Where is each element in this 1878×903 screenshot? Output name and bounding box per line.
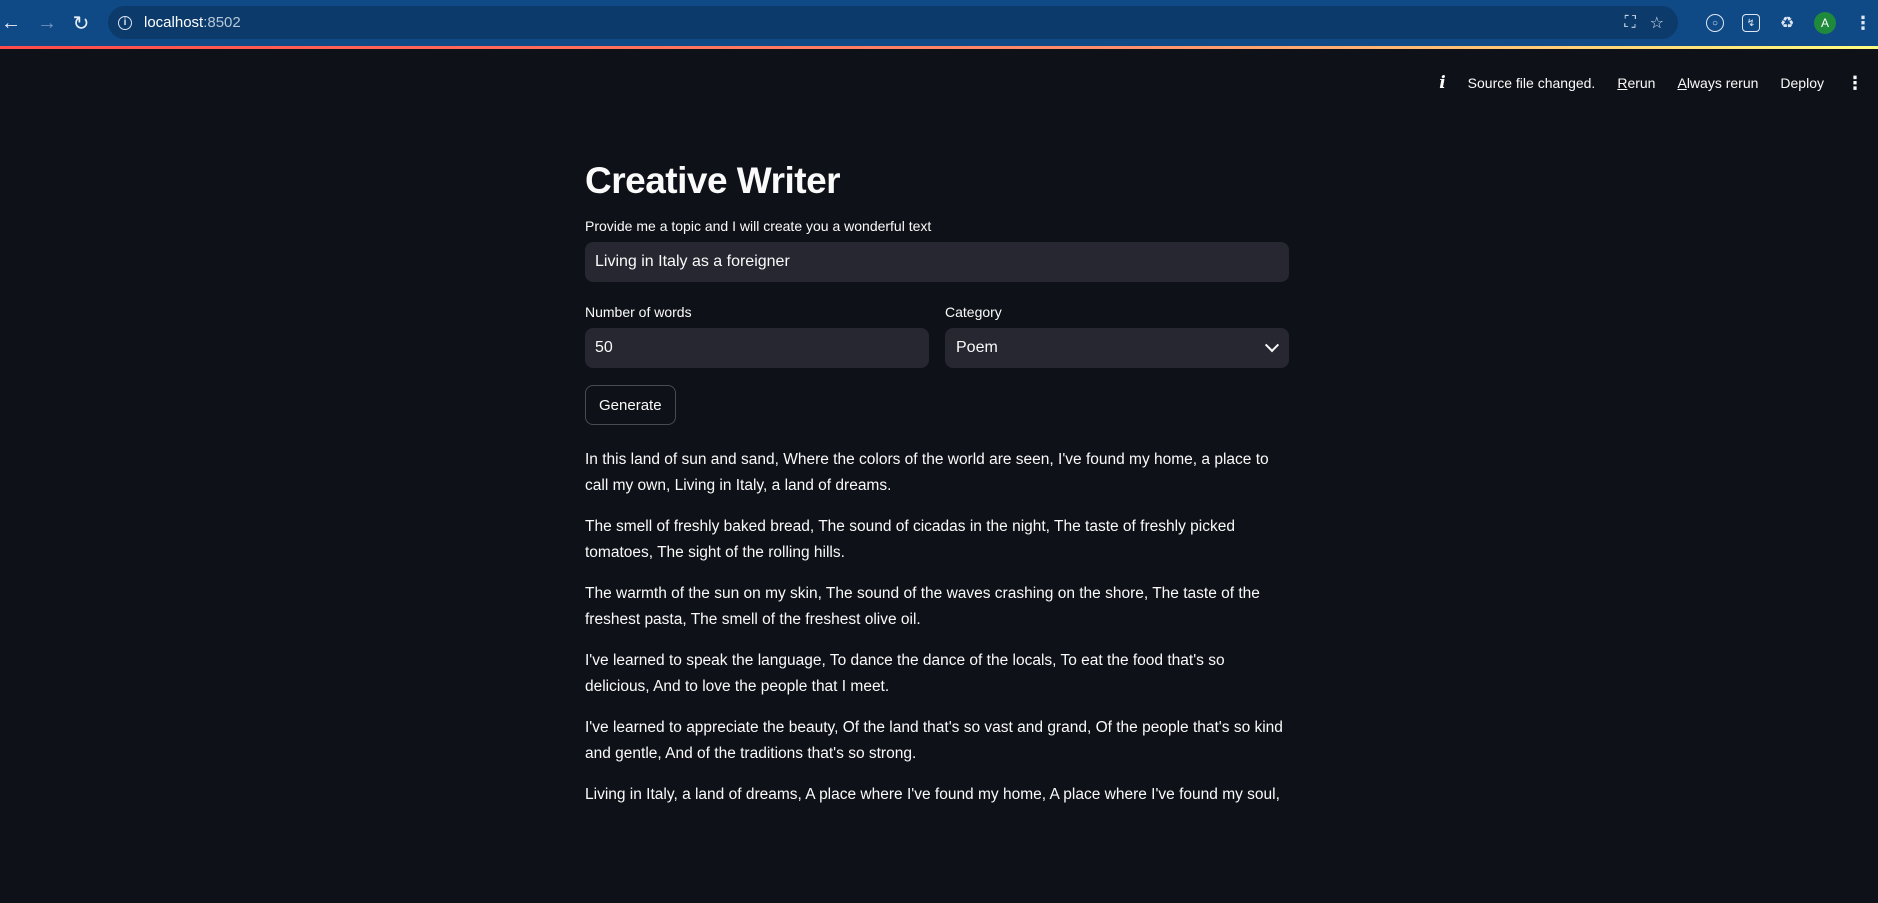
output-paragraph: The warmth of the sun on my skin, The so… bbox=[585, 585, 1260, 628]
rerun-button[interactable]: Rerun bbox=[1617, 75, 1655, 91]
status-text: Source file changed. bbox=[1467, 75, 1596, 91]
words-label: Number of words bbox=[585, 304, 692, 320]
words-input[interactable] bbox=[585, 328, 929, 368]
reload-icon[interactable]: ↻ bbox=[64, 6, 98, 40]
address-bar[interactable]: i localhost:8502 ⛶ ☆ bbox=[108, 6, 1678, 39]
header-decoration-line bbox=[0, 46, 1878, 49]
url-host: localhost bbox=[144, 14, 204, 31]
back-arrow-icon[interactable]: ← bbox=[0, 6, 28, 40]
output-paragraph: Living in Italy, a land of dreams, A pla… bbox=[585, 786, 1280, 803]
forward-arrow-icon[interactable]: → bbox=[30, 6, 64, 40]
extensions-puzzle-icon[interactable]: ♻ bbox=[1778, 14, 1796, 32]
category-selected-value: Poem bbox=[956, 339, 998, 356]
browser-toolbar: ← → ↻ i localhost:8502 ⛶ ☆ ○ ↯ ♻ A ⋮ bbox=[0, 0, 1878, 46]
topic-label: Provide me a topic and I will create you… bbox=[585, 218, 932, 234]
page-title: Creative Writer bbox=[585, 160, 841, 201]
output-paragraph: The smell of freshly baked bread, The so… bbox=[585, 518, 1235, 561]
generate-button[interactable]: Generate bbox=[585, 385, 676, 425]
browser-menu-icon[interactable]: ⋮ bbox=[1854, 13, 1872, 34]
main-menu-icon[interactable]: ⋮ bbox=[1846, 73, 1864, 94]
topic-input[interactable] bbox=[585, 242, 1289, 282]
site-info-icon[interactable]: i bbox=[118, 15, 132, 30]
always-rerun-button[interactable]: Always rerun bbox=[1677, 75, 1758, 91]
bookmark-star-icon[interactable]: ☆ bbox=[1650, 13, 1664, 33]
category-label: Category bbox=[945, 304, 1002, 320]
output-paragraph: I've learned to appreciate the beauty, O… bbox=[585, 719, 1283, 762]
extension-bolt-icon[interactable]: ↯ bbox=[1742, 14, 1760, 32]
app-header: i Source file changed. Rerun Always reru… bbox=[1439, 66, 1864, 100]
translate-icon[interactable]: ⛶ bbox=[1624, 14, 1635, 32]
info-status-icon: i bbox=[1439, 73, 1446, 93]
url-port: :8502 bbox=[203, 14, 241, 31]
chevron-down-icon bbox=[1264, 338, 1280, 353]
output-paragraph: I've learned to speak the language, To d… bbox=[585, 652, 1225, 695]
main-content: Creative Writer Provide me a topic and I… bbox=[585, 150, 1289, 824]
generated-text: In this land of sun and sand, Where the … bbox=[585, 447, 1289, 808]
profile-avatar[interactable]: A bbox=[1814, 12, 1836, 34]
extension-circle-icon[interactable]: ○ bbox=[1706, 14, 1724, 32]
deploy-button[interactable]: Deploy bbox=[1780, 75, 1824, 91]
category-select[interactable]: Poem bbox=[945, 328, 1289, 368]
output-paragraph: In this land of sun and sand, Where the … bbox=[585, 451, 1269, 494]
